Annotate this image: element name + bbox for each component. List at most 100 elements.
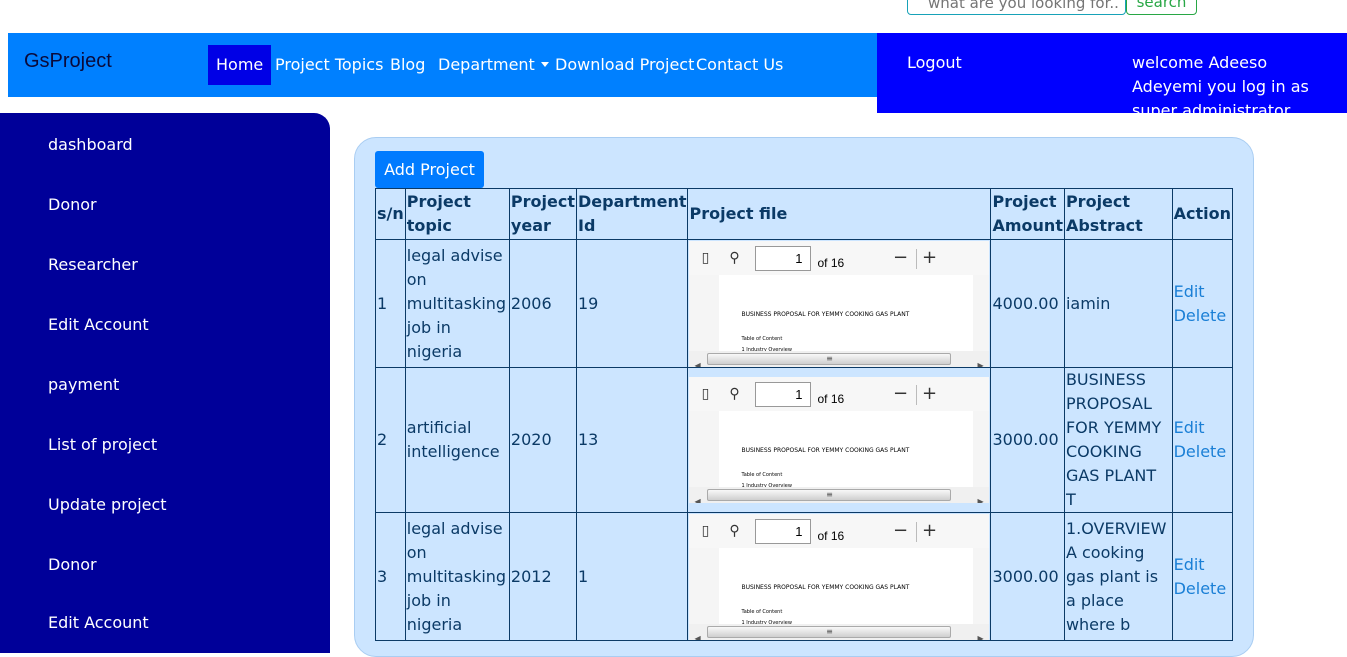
- toolbar-divider: [916, 248, 918, 269]
- table-row: 3 legal advise on multitasking job in ni…: [375, 512, 1234, 641]
- scroll-left-icon[interactable]: ◀: [694, 627, 700, 640]
- pdf-horizontal-scrollbar[interactable]: ◀ ≡ ▶: [689, 487, 990, 503]
- sidebar-item-list-of-project[interactable]: List of project: [48, 435, 157, 454]
- zoom-in-icon[interactable]: +: [920, 248, 938, 267]
- zoom-out-icon[interactable]: −: [891, 248, 909, 267]
- cell-sn: 2: [375, 367, 406, 513]
- cell-dept: 1: [575, 512, 689, 641]
- pdf-viewer[interactable]: ▯ ⚲ 1 of 16 − + BUSINESS PROPOSAL FOR YE…: [689, 513, 990, 640]
- scroll-left-icon[interactable]: ◀: [694, 354, 700, 367]
- edit-link[interactable]: Edit: [1174, 280, 1231, 304]
- nav-contact-us[interactable]: Contact Us: [696, 45, 783, 85]
- scroll-left-icon[interactable]: ◀: [694, 490, 700, 503]
- search-icon[interactable]: ⚲: [725, 385, 743, 403]
- zoom-out-icon[interactable]: −: [891, 521, 909, 540]
- zoom-in-icon[interactable]: +: [920, 385, 938, 403]
- cell-file: ▯ ⚲ 1 of 16 − + BUSINESS PROPOSAL FOR YE…: [687, 239, 992, 368]
- pdf-viewer[interactable]: ▯ ⚲ 1 of 16 − + BUSINESS PROPOSAL FOR YE…: [689, 240, 990, 367]
- pdf-page-number-input[interactable]: 1: [755, 518, 812, 544]
- pdf-page-count: of 16: [817, 528, 845, 543]
- col-header-dept: Department Id: [575, 188, 689, 240]
- delete-link[interactable]: Delete: [1174, 577, 1231, 601]
- edit-link[interactable]: Edit: [1174, 416, 1231, 440]
- logout-link[interactable]: Logout: [907, 53, 962, 72]
- edit-link[interactable]: Edit: [1174, 553, 1231, 577]
- pdf-horizontal-scrollbar[interactable]: ◀ ≡ ▶: [689, 350, 990, 367]
- pdf-line-title: BUSINESS PROPOSAL FOR YEMMY COOKING GAS …: [741, 583, 910, 591]
- toolbar-divider: [916, 385, 918, 405]
- cell-abstract: 1.OVERVIEW A cooking gas plant is a plac…: [1063, 512, 1173, 641]
- search-icon[interactable]: ⚲: [725, 249, 743, 267]
- cell-abstract: BUSINESS PROPOSAL FOR YEMMY COOKING GAS …: [1063, 367, 1173, 513]
- cell-year: 2006: [508, 239, 578, 368]
- cell-topic: artificial intelligence: [404, 367, 510, 513]
- cell-amount: 4000.00: [990, 239, 1065, 368]
- top-search-bar: search: [0, 0, 1347, 33]
- cell-abstract: iamin: [1063, 239, 1173, 368]
- cell-sn: 1: [375, 239, 406, 368]
- nav-blog[interactable]: Blog: [390, 45, 425, 85]
- scroll-right-icon[interactable]: ▶: [977, 354, 983, 367]
- pdf-toolbar: ▯ ⚲ 1 of 16 − +: [689, 513, 990, 548]
- search-icon[interactable]: ⚲: [725, 522, 743, 540]
- table-header-row: s/n Project topic Project year Departmen…: [375, 188, 1234, 240]
- pdf-toolbar: ▯ ⚲ 1 of 16 − +: [689, 377, 990, 411]
- pdf-page-count: of 16: [817, 392, 845, 406]
- nav-download-project[interactable]: Download Project: [555, 45, 694, 85]
- pdf-page-number-input[interactable]: 1: [755, 382, 812, 407]
- cell-topic: legal advise on multitasking job in nige…: [404, 239, 510, 368]
- projects-table: s/n Project topic Project year Departmen…: [375, 188, 1234, 641]
- nav-department-dropdown[interactable]: Department: [438, 45, 549, 85]
- sidebar-item-payment[interactable]: payment: [48, 375, 119, 394]
- add-project-button[interactable]: Add Project: [375, 151, 484, 188]
- search-button[interactable]: search: [1126, 0, 1197, 15]
- pdf-page-preview: BUSINESS PROPOSAL FOR YEMMY COOKING GAS …: [719, 274, 974, 353]
- cell-sn: 3: [375, 512, 406, 641]
- pdf-viewer[interactable]: ▯ ⚲ 1 of 16 − + BUSINESS PROPOSAL FOR YE…: [689, 377, 990, 503]
- cell-action: Edit Delete: [1171, 239, 1234, 368]
- delete-link[interactable]: Delete: [1174, 440, 1231, 464]
- cell-year: 2020: [508, 367, 578, 513]
- cell-dept: 19: [575, 239, 689, 368]
- sidebar-toggle-icon[interactable]: ▯: [696, 522, 714, 540]
- pdf-line-title: BUSINESS PROPOSAL FOR YEMMY COOKING GAS …: [741, 310, 910, 318]
- cell-action: Edit Delete: [1171, 512, 1234, 641]
- cell-year: 2012: [508, 512, 578, 641]
- scrollbar-thumb[interactable]: ≡: [707, 352, 952, 365]
- pdf-line-title: BUSINESS PROPOSAL FOR YEMMY COOKING GAS …: [741, 447, 910, 454]
- cell-file: ▯ ⚲ 1 of 16 − + BUSINESS PROPOSAL FOR YE…: [687, 512, 992, 641]
- pdf-page-number-input[interactable]: 1: [755, 245, 812, 271]
- nav-department-label: Department: [438, 55, 535, 74]
- sidebar-item-update-project[interactable]: Update project: [48, 495, 167, 514]
- pdf-page-preview: BUSINESS PROPOSAL FOR YEMMY COOKING GAS …: [719, 547, 974, 626]
- delete-link[interactable]: Delete: [1174, 304, 1231, 328]
- scroll-right-icon[interactable]: ▶: [977, 627, 983, 640]
- table-row: 1 legal advise on multitasking job in ni…: [375, 239, 1234, 368]
- sidebar-item-researcher[interactable]: Researcher: [48, 255, 138, 274]
- sidebar-item-edit-account-2[interactable]: Edit Account: [48, 613, 149, 632]
- zoom-in-icon[interactable]: +: [920, 521, 938, 540]
- sidebar-item-dashboard[interactable]: dashboard: [48, 135, 133, 154]
- cell-amount: 3000.00: [990, 367, 1065, 513]
- cell-action: Edit Delete: [1171, 367, 1234, 513]
- cell-file: ▯ ⚲ 1 of 16 − + BUSINESS PROPOSAL FOR YE…: [687, 367, 992, 513]
- scrollbar-thumb[interactable]: ≡: [707, 625, 952, 638]
- toolbar-divider: [916, 521, 918, 542]
- sidebar-item-edit-account[interactable]: Edit Account: [48, 315, 149, 334]
- zoom-out-icon[interactable]: −: [891, 385, 909, 403]
- search-input[interactable]: [907, 0, 1126, 15]
- nav-home[interactable]: Home: [208, 45, 272, 85]
- sidebar-item-donor-2[interactable]: Donor: [48, 555, 97, 574]
- sidebar-item-donor[interactable]: Donor: [48, 195, 97, 214]
- sidebar-toggle-icon[interactable]: ▯: [696, 249, 714, 267]
- nav-project-topics[interactable]: Project Topics: [275, 45, 383, 85]
- brand-logo[interactable]: GsProject: [24, 50, 112, 73]
- main-navbar: GsProject Home Project Topics Blog Depar…: [8, 33, 877, 97]
- col-header-action: Action: [1171, 188, 1234, 240]
- sidebar-toggle-icon[interactable]: ▯: [696, 385, 714, 403]
- cell-topic: legal advise on multitasking job in nige…: [404, 512, 510, 641]
- col-header-amount: Project Amount: [990, 188, 1065, 240]
- scroll-right-icon[interactable]: ▶: [977, 490, 983, 503]
- scrollbar-thumb[interactable]: ≡: [707, 489, 952, 501]
- pdf-horizontal-scrollbar[interactable]: ◀ ≡ ▶: [689, 623, 990, 640]
